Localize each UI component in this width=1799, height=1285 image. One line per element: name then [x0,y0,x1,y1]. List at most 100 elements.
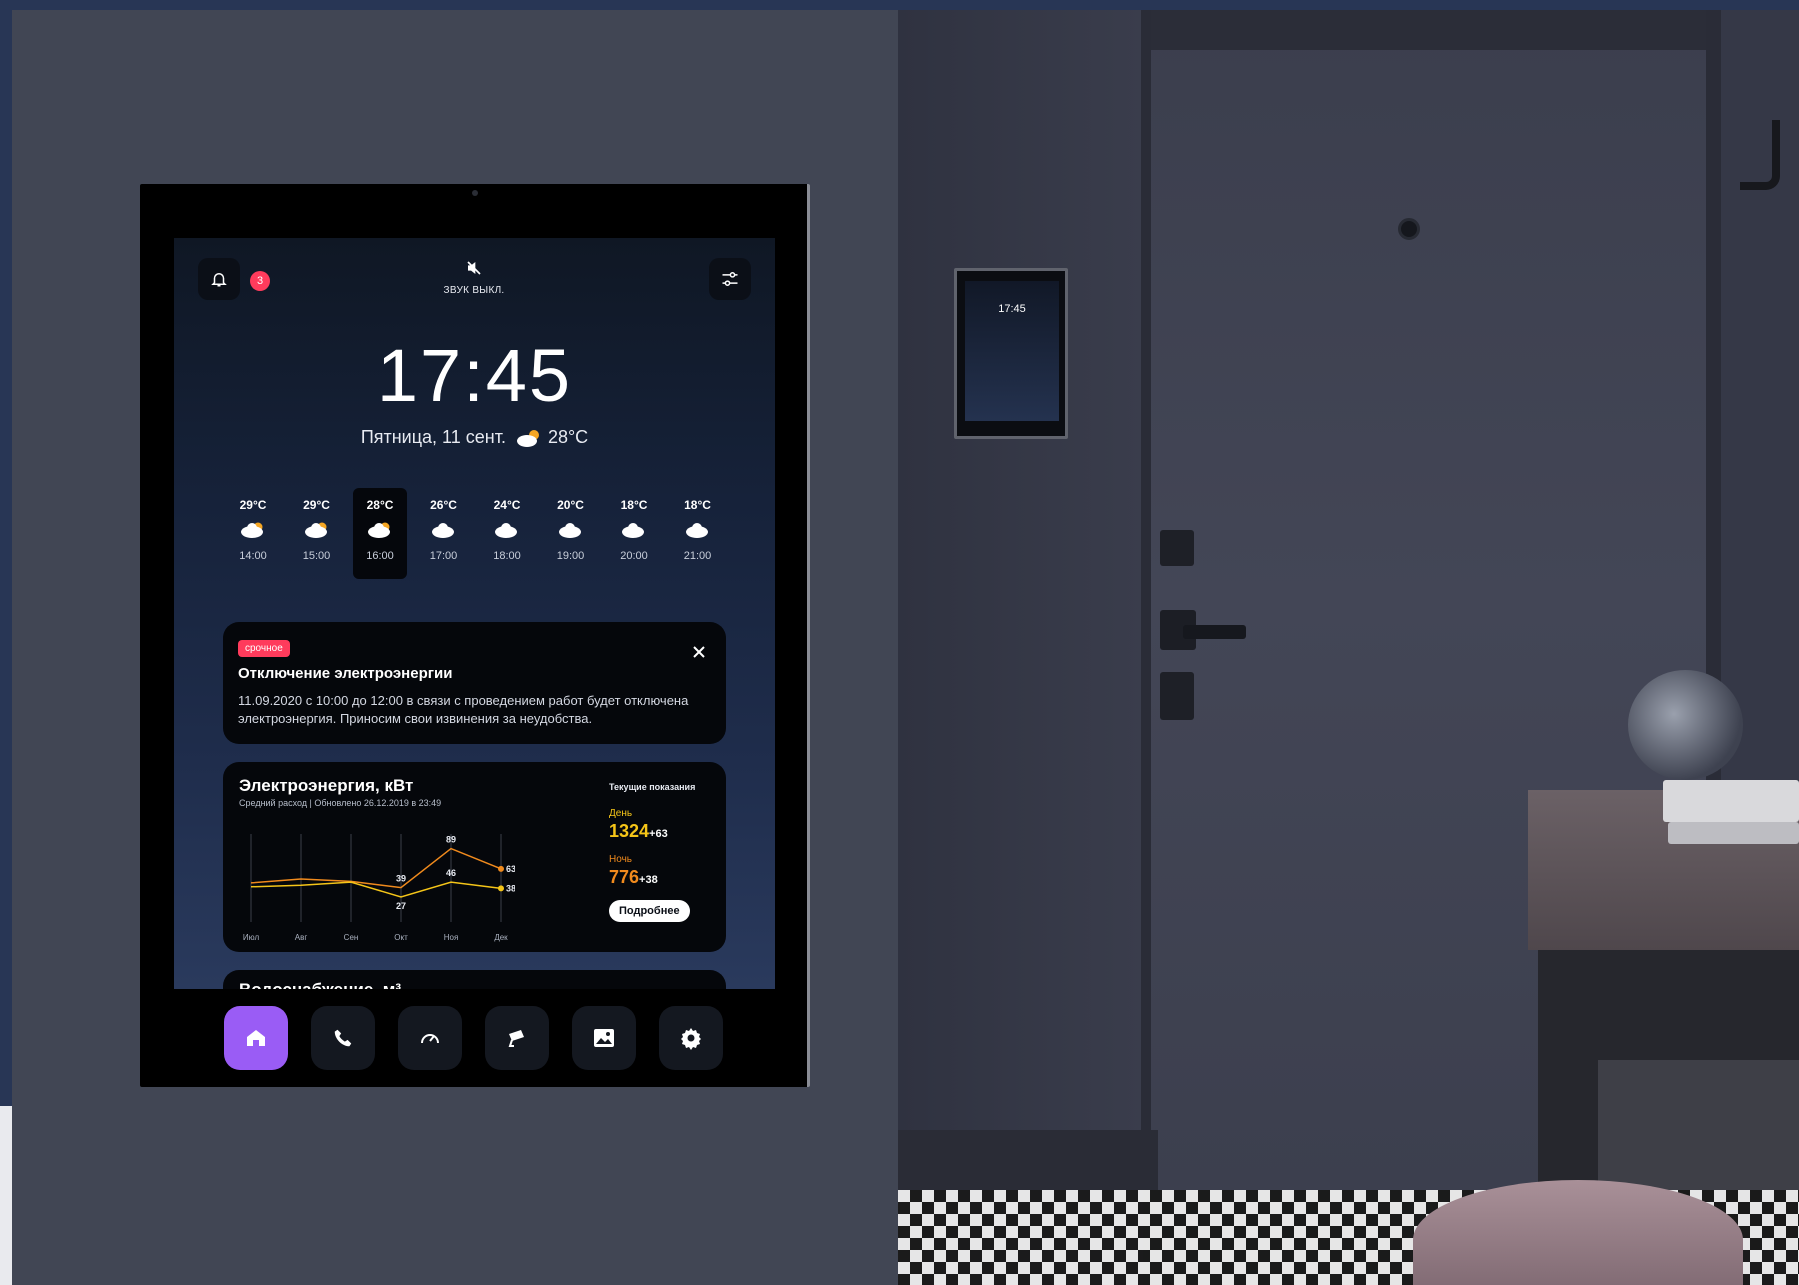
forecast-hour[interactable]: 18°C 20:00 [607,488,661,579]
gear-icon [681,1028,701,1050]
forecast-temp: 18°C [620,498,648,512]
sliders-icon [722,272,738,286]
forecast-hour-label: 17:00 [429,550,458,562]
current-temp: 28°C [547,427,589,447]
phone-icon [334,1029,352,1047]
energy-chart: Июл Авг Сен Окт Ноя Дек 39 89 63 27 46 38 [243,834,515,942]
hallway-photo: 17:45 [898,10,1799,1285]
x-tick-label: Сен [344,933,359,942]
date-label: Пятница, 11 сент. [360,427,506,447]
forecast-hour-label: 20:00 [620,550,648,562]
forecast-temp: 18°C [684,498,711,512]
forecast-hour[interactable]: 28°C 16:00 [353,488,407,579]
day-value: 1324 [609,821,650,841]
forecast-hour-label: 21:00 [683,550,712,562]
book-stack-lower [1668,822,1799,844]
nav-gallery-button[interactable] [572,1006,636,1070]
alert-text: 11.09.2020 с 10:00 до 12:00 в связи с пр… [238,693,689,726]
forecast-hour[interactable]: 29°C 15:00 [290,488,344,579]
data-label: 39 [396,874,406,884]
series-line [250,847,502,889]
close-icon [693,646,705,658]
gauge-icon [421,1034,439,1044]
more-details-button[interactable]: Подробнее [609,900,690,922]
data-label: 27 [396,901,406,911]
energy-subtitle: Средний расход | Обновлено 26.12.2019 в … [239,798,442,808]
sound-toggle[interactable]: ЗВУК ВЫКЛ. [414,260,534,296]
peephole [1398,218,1420,240]
nav-calls-button[interactable] [311,1006,375,1070]
forecast-hour[interactable]: 24°C 18:00 [480,488,534,579]
notifications-button[interactable]: 3 [198,258,270,300]
date-weather-line: Пятница, 11 сент. 28°C [174,427,775,448]
bell-icon [211,273,227,287]
x-tick-label: Июл [243,933,260,942]
nav-meters-button[interactable] [398,1006,462,1070]
forecast-temp: 26°C [430,498,457,512]
energy-card[interactable]: Электроэнергия, кВт Средний расход | Обн… [223,762,726,952]
close-alert-button[interactable] [688,641,710,663]
day-delta: +63 [649,828,668,840]
clock: 17:45 [376,334,573,417]
forecast-hour-label: 14:00 [239,550,267,562]
current-readings-label: Текущие показания [609,782,696,792]
forecast-temp: 29°C [239,498,267,512]
alert-title: Отключение электроэнергии [238,665,453,682]
forecast-temp: 20°C [557,498,584,512]
left-wall [898,10,1143,1285]
partly-cloudy-icon [516,429,539,447]
panel-screen: 3 ЗВУК ВЫКЛ. 17:45 Пятница, 11 сент. 28°… [174,238,775,989]
console-drawer [1598,1060,1799,1190]
partly-cloudy-icon [367,521,393,541]
sound-off-icon [467,261,481,275]
glass-vase [1628,670,1743,780]
cloud-icon [431,521,457,541]
sound-label: ЗВУК ВЫКЛ. [443,285,505,296]
camera-dot [472,190,478,196]
urgent-tag: срочное [238,640,290,657]
night-delta: +38 [639,874,658,886]
door-top-shade [1151,10,1706,50]
x-tick-label: Окт [394,933,408,942]
forecast-hour-label: 19:00 [556,550,585,562]
settings-sliders-button[interactable] [709,258,751,300]
image-icon [594,1029,614,1047]
data-label: 46 [446,868,456,878]
cloud-icon [685,521,711,541]
tablet-device: 3 ЗВУК ВЫКЛ. 17:45 Пятница, 11 сент. 28°… [140,184,810,1087]
forecast-hour[interactable]: 20°C 19:00 [544,488,598,579]
forecast-hour[interactable]: 18°C 21:00 [671,488,725,579]
data-label: 63 [506,864,515,874]
night-value: 776 [609,867,640,887]
home-icon [247,1030,265,1046]
wall-mounted-panel: 17:45 [954,268,1068,439]
series-end-point [498,865,504,872]
current-readings: Текущие показания День 1324+63 Ночь 776+… [609,782,719,922]
book-stack [1663,780,1799,822]
partly-cloudy-icon [240,521,266,541]
wall-panel-time: 17:45 [998,303,1026,315]
baseboard [898,1130,1158,1190]
forecast-hour[interactable]: 29°C 14:00 [226,488,280,579]
forecast-hour-label: 16:00 [366,550,394,562]
alert-card[interactable]: срочное Отключение электроэнергии 11.09.… [223,622,726,744]
water-card[interactable]: Водоснабжение, м³ [223,970,726,989]
forecast-temp: 28°C [366,498,394,512]
forecast-temp: 24°C [493,498,521,512]
forecast-temp: 29°C [303,498,330,512]
forecast-hour-label: 15:00 [302,550,331,562]
nav-home-button[interactable] [224,1006,288,1070]
lower-lock [1160,672,1194,720]
nav-cameras-button[interactable] [485,1006,549,1070]
cloud-icon [494,521,520,541]
energy-title: Электроэнергия, кВт [239,776,414,795]
forecast-hour-label: 18:00 [493,550,521,562]
water-title: Водоснабжение, м³ [239,980,401,989]
night-label: Ночь [609,854,632,865]
x-tick-label: Ноя [444,933,459,942]
day-reading: 1324+63 [609,821,719,842]
partly-cloudy-icon [304,521,330,541]
x-tick-label: Дек [494,933,508,942]
forecast-hour[interactable]: 26°C 17:00 [417,488,471,579]
nav-settings-button[interactable] [659,1006,723,1070]
